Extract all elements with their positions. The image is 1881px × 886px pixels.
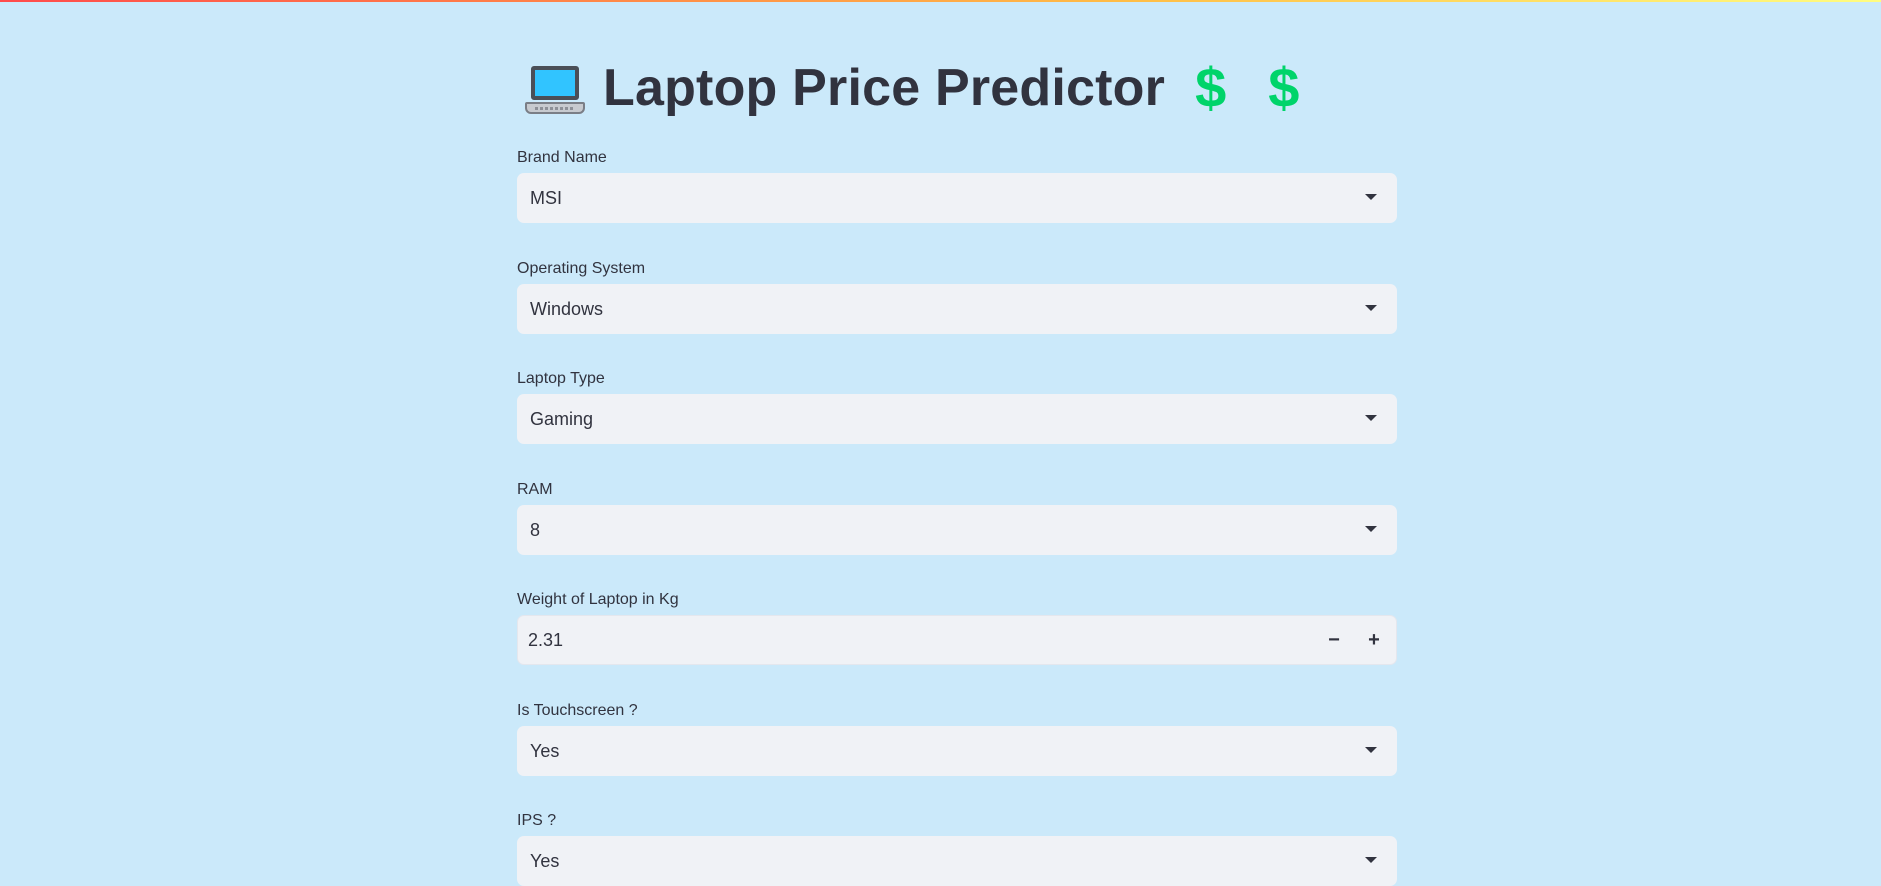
brand-field: Brand Name MSI xyxy=(517,147,1397,223)
os-label: Operating System xyxy=(517,260,646,277)
dollar-icon: $ xyxy=(1268,56,1300,119)
ips-label: IPS ? xyxy=(517,812,557,829)
page-title: Laptop Price Predictor $ $ xyxy=(525,52,1341,124)
type-select-value: Gaming xyxy=(530,408,594,429)
chevron-down-icon xyxy=(1365,526,1377,532)
weight-input[interactable] xyxy=(528,616,1288,664)
ips-select[interactable]: Yes xyxy=(517,836,1397,886)
weight-number-input: − + xyxy=(517,615,1397,665)
brand-label: Brand Name xyxy=(517,149,607,166)
chevron-down-icon xyxy=(1365,194,1377,200)
touchscreen-label: Is Touchscreen ? xyxy=(517,702,638,719)
increment-button[interactable]: + xyxy=(1354,616,1394,664)
decrement-button[interactable]: − xyxy=(1314,616,1354,664)
type-select[interactable]: Gaming xyxy=(517,394,1397,444)
chevron-down-icon xyxy=(1365,747,1377,753)
touchscreen-select[interactable]: Yes xyxy=(517,726,1397,776)
brand-select[interactable]: MSI xyxy=(517,173,1397,223)
page-title-text: Laptop Price Predictor xyxy=(603,59,1166,117)
top-decoration-bar xyxy=(0,0,1881,2)
ram-select[interactable]: 8 xyxy=(517,505,1397,555)
laptop-icon xyxy=(525,60,585,116)
os-field: Operating System Windows xyxy=(517,258,1397,334)
chevron-down-icon xyxy=(1365,857,1377,863)
touchscreen-select-value: Yes xyxy=(530,740,560,761)
dollar-icon: $ xyxy=(1195,56,1227,119)
os-select-value: Windows xyxy=(530,298,604,319)
weight-label: Weight of Laptop in Kg xyxy=(517,591,679,608)
brand-select-value: MSI xyxy=(530,187,563,208)
ram-select-value: 8 xyxy=(530,519,541,540)
type-field: Laptop Type Gaming xyxy=(517,368,1397,444)
touchscreen-field: Is Touchscreen ? Yes xyxy=(517,700,1397,776)
os-select[interactable]: Windows xyxy=(517,284,1397,334)
ips-field: IPS ? Yes xyxy=(517,810,1397,886)
chevron-down-icon xyxy=(1365,415,1377,421)
ram-label: RAM xyxy=(517,481,553,498)
ram-field: RAM 8 xyxy=(517,479,1397,555)
ips-select-value: Yes xyxy=(530,850,560,871)
chevron-down-icon xyxy=(1365,305,1377,311)
type-label: Laptop Type xyxy=(517,370,605,387)
weight-field: Weight of Laptop in Kg − + xyxy=(517,589,1397,665)
